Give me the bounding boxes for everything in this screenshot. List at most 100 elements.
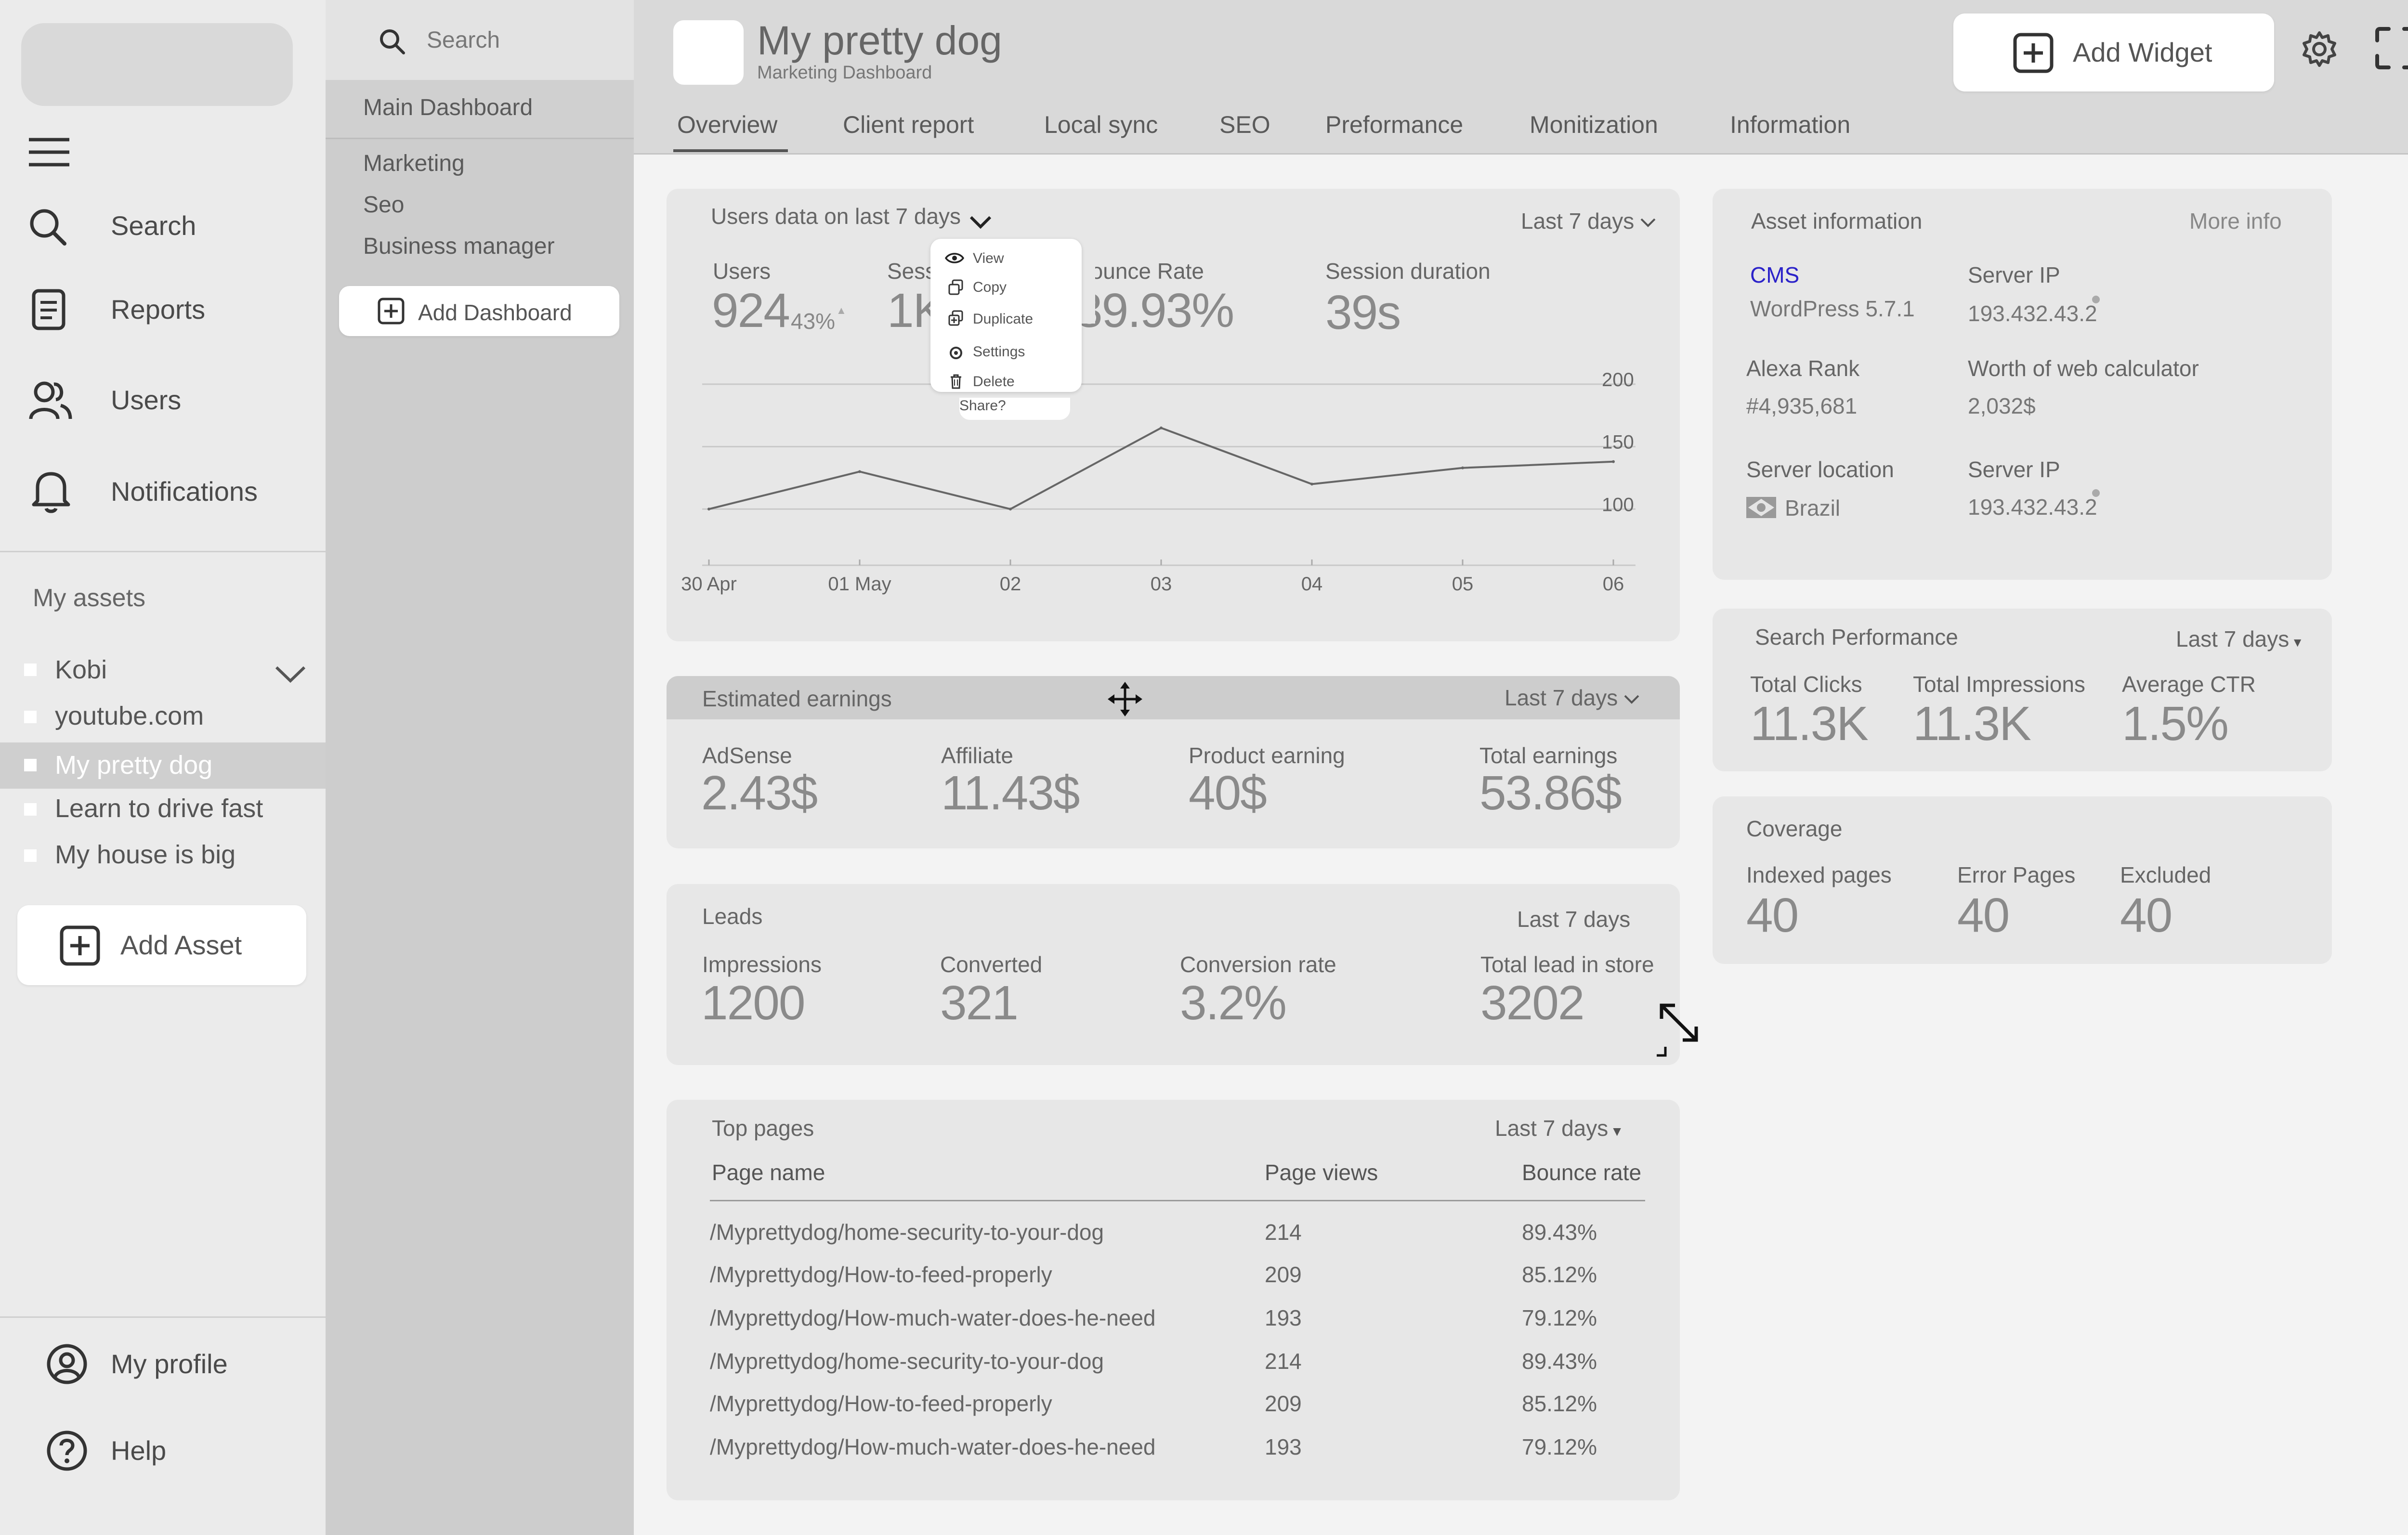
nav-item-search[interactable]: Search <box>29 205 318 247</box>
menu-label: Duplicate <box>973 311 1034 327</box>
search-input[interactable]: Search <box>427 27 500 53</box>
cms-value: WordPress 5.7.1 <box>1750 296 1915 321</box>
fullscreen-icon[interactable] <box>2374 26 2408 70</box>
main-dashboard-label: Main Dashboard <box>363 95 533 120</box>
tab-monitization[interactable]: Monitization <box>1530 111 1658 139</box>
asset-information-widget[interactable]: Asset information More info CMS WordPres… <box>1713 189 2332 580</box>
site-logo <box>673 20 744 85</box>
caret-down-icon: ▼ <box>1610 1124 1624 1139</box>
range-dropdown[interactable]: Last 7 days <box>1521 208 1657 234</box>
users-widget-title-dropdown[interactable]: Users data on last 7 days <box>711 203 992 230</box>
my-profile-link[interactable]: My profile <box>46 1340 306 1388</box>
tab-label: Client report <box>843 111 974 138</box>
coverage-widget[interactable]: Coverage Indexed pages 40 Error Pages 40… <box>1713 796 2332 964</box>
range-dropdown[interactable]: Last 7 days ▼ <box>2176 626 2303 652</box>
asset-item-my-pretty-dog[interactable]: My pretty dog <box>0 742 326 789</box>
nav-item-notifications[interactable]: Notifications <box>29 469 318 513</box>
widget-title: Top pages <box>712 1116 814 1141</box>
table-row[interactable]: /Myprettydog/How-much-water-does-he-need… <box>710 1299 1649 1335</box>
asset-dot <box>24 849 37 862</box>
tab-client-report[interactable]: Client report <box>843 111 974 139</box>
dashboard-item-business-manager[interactable]: Business manager <box>363 233 555 260</box>
users-data-widget[interactable]: Users data on last 7 days Last 7 days Us… <box>667 189 1680 641</box>
server-ip-label: Server IP <box>1968 457 2060 482</box>
stat-label: Conversion rate <box>1180 952 1336 977</box>
main-dashboard-item[interactable]: Main Dashboard <box>326 80 634 139</box>
asset-item-kobi[interactable]: Kobi <box>0 648 326 691</box>
search-performance-widget[interactable]: Search Performance Last 7 days ▼ Total C… <box>1713 609 2332 771</box>
asset-item-youtube[interactable]: youtube.com <box>0 696 326 739</box>
help-icon <box>46 1430 88 1471</box>
add-dashboard-button[interactable]: Add Dashboard <box>339 286 619 336</box>
data-point <box>1612 460 1615 463</box>
stat-label: Impressions <box>702 952 822 977</box>
stat-label: Total earnings <box>1479 743 1618 768</box>
total-clicks-value: 11.3K <box>1750 697 1869 751</box>
table-row[interactable]: /Myprettydog/How-much-water-does-he-need… <box>710 1428 1649 1464</box>
more-info-link[interactable]: More info <box>2189 208 2282 234</box>
my-profile-label: My profile <box>111 1349 228 1379</box>
tab-seo[interactable]: SEO <box>1219 111 1270 139</box>
top-pages-widget[interactable]: Top pages Last 7 days ▼ Page name Page v… <box>667 1100 1680 1500</box>
asset-dot <box>24 803 37 816</box>
plus-square-icon <box>60 925 100 966</box>
estimated-earnings-widget[interactable]: Estimated earnings Last 7 days AdSense 2… <box>667 676 1680 848</box>
menu-item-copy[interactable]: Copy <box>945 278 1070 300</box>
asset-dot <box>24 711 37 723</box>
table-row[interactable]: /Myprettydog/home-security-to-your-dog 2… <box>710 1213 1649 1249</box>
menu-item-share[interactable]: Share? <box>959 398 1070 420</box>
column-header[interactable]: Bounce rate <box>1522 1159 1641 1185</box>
stat-label: Affiliate <box>941 743 1014 768</box>
range-dropdown[interactable]: Last 7 days ▼ <box>1495 1115 1623 1141</box>
table-row[interactable]: /Myprettydog/How-to-feed-properly 209 85… <box>710 1257 1649 1292</box>
menu-item-duplicate[interactable]: Duplicate <box>945 309 1070 331</box>
gear-icon[interactable] <box>2300 30 2339 68</box>
tab-information[interactable]: Information <box>1730 111 1850 139</box>
help-link[interactable]: Help <box>46 1426 306 1474</box>
asset-label: Learn to drive fast <box>55 794 263 823</box>
affiliate-value: 11.43$ <box>941 766 1080 820</box>
range-dropdown[interactable]: Last 7 days <box>1505 685 1640 711</box>
tab-label: Overview <box>677 111 778 138</box>
menu-item-delete[interactable]: Delete <box>945 372 1070 394</box>
range-label: Last 7 days <box>1505 685 1618 710</box>
nav-item-reports[interactable]: Reports <box>29 289 318 330</box>
asset-item-learn-to-drive[interactable]: Learn to drive fast <box>0 788 326 830</box>
stat-label: Excluded <box>2120 862 2212 887</box>
move-icon[interactable] <box>1107 681 1143 717</box>
range-label[interactable]: Last 7 days <box>1517 906 1630 932</box>
column-header[interactable]: Page name <box>712 1159 825 1185</box>
users-icon <box>29 378 72 422</box>
chevron-down-icon[interactable] <box>275 664 306 684</box>
tab-preformance[interactable]: Preformance <box>1325 111 1463 139</box>
plus-square-icon <box>2013 33 2054 73</box>
add-widget-button[interactable]: Add Widget <box>1953 13 2274 91</box>
x-tick-label: 30 Apr <box>681 573 737 595</box>
add-asset-button[interactable]: Add Asset <box>17 905 306 985</box>
dashboard-item-seo[interactable]: Seo <box>363 192 404 218</box>
menu-label: Share? <box>959 398 1006 414</box>
tab-local-sync[interactable]: Local sync <box>1044 111 1158 139</box>
x-tick-label: 02 <box>1000 573 1021 595</box>
nav-label: Notifications <box>111 476 258 507</box>
menu-item-settings[interactable]: Settings <box>945 342 1070 364</box>
table-row[interactable]: /Myprettydog/How-to-feed-properly 209 85… <box>710 1386 1649 1421</box>
column-header[interactable]: Page views <box>1265 1159 1378 1185</box>
page-name-cell: /Myprettydog/How-much-water-does-he-need <box>710 1305 1156 1330</box>
server-location-label: Server location <box>1746 457 1894 482</box>
divider <box>0 1316 326 1318</box>
asset-item-my-house[interactable]: My house is big <box>0 834 326 876</box>
menu-item-view[interactable]: View <box>945 248 1070 271</box>
trend-up-icon: ▲ <box>836 304 847 316</box>
error-pages-value: 40 <box>1957 888 2010 942</box>
table-row[interactable]: /Myprettydog/home-security-to-your-dog 2… <box>710 1342 1649 1378</box>
hamburger-menu-icon[interactable] <box>28 137 70 168</box>
dashboard-item-marketing[interactable]: Marketing <box>363 150 465 177</box>
page-views-cell: 209 <box>1265 1391 1302 1416</box>
dashboard-search-bar[interactable]: Search <box>326 0 634 80</box>
session-duration-label: Session duration <box>1325 259 1491 284</box>
leads-widget[interactable]: Leads Last 7 days Impressions 1200 Conve… <box>667 884 1680 1065</box>
resize-handle-icon[interactable] <box>1655 999 1703 1061</box>
tab-overview[interactable]: Overview <box>677 111 777 152</box>
nav-item-users[interactable]: Users <box>29 378 318 422</box>
